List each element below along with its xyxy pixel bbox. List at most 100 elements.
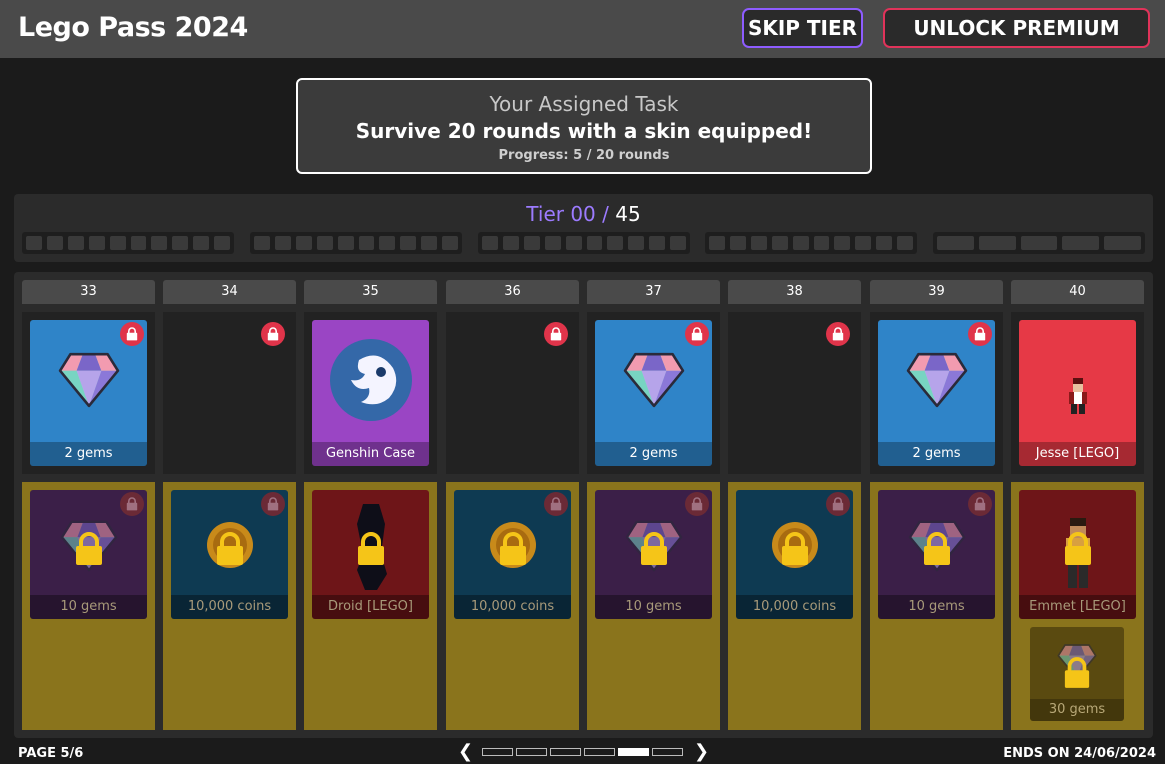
tier-number: 37 bbox=[587, 280, 720, 304]
tier-number: 38 bbox=[728, 280, 861, 304]
page-dot[interactable] bbox=[516, 748, 547, 756]
lock-icon bbox=[685, 492, 709, 516]
gem-icon bbox=[906, 348, 968, 414]
lock-icon bbox=[120, 492, 144, 516]
page-dot[interactable] bbox=[550, 748, 581, 756]
tier-segment bbox=[1062, 236, 1100, 250]
tier-number: 36 bbox=[446, 280, 579, 304]
lock-icon bbox=[120, 322, 144, 346]
reward-label: Jesse [LEGO] bbox=[1019, 442, 1136, 466]
premium-lock-icon bbox=[74, 532, 104, 570]
free-reward-slot bbox=[446, 312, 579, 474]
tier-segment bbox=[172, 236, 189, 250]
reward-label: 10 gems bbox=[30, 595, 147, 619]
tier-number: 39 bbox=[870, 280, 1003, 304]
tier-column: 37 2 gems 10 gems bbox=[587, 280, 720, 730]
tier-segment bbox=[876, 236, 893, 250]
tier-segment bbox=[337, 236, 354, 250]
free-reward-slot: 2 gems bbox=[22, 312, 155, 474]
tier-segment-group bbox=[933, 232, 1145, 254]
chevron-right-icon[interactable]: ❯ bbox=[694, 742, 709, 762]
tier-segment bbox=[316, 236, 333, 250]
tier-segment bbox=[274, 236, 291, 250]
tier-segment bbox=[379, 236, 396, 250]
tier-segment bbox=[214, 236, 231, 250]
tier-column: 34 10,000 coins bbox=[163, 280, 296, 730]
tier-segment bbox=[358, 236, 375, 250]
reward-label: 2 gems bbox=[595, 442, 712, 466]
premium-lock-icon bbox=[356, 532, 386, 570]
bonus-reward-card[interactable]: 30 gems bbox=[1030, 627, 1124, 721]
tier-number: 33 bbox=[22, 280, 155, 304]
tier-segment bbox=[670, 236, 687, 250]
free-reward-card[interactable]: Genshin Case bbox=[312, 320, 429, 466]
tier-segment bbox=[649, 236, 666, 250]
reward-label: 2 gems bbox=[30, 442, 147, 466]
free-reward-slot bbox=[728, 312, 861, 474]
tier-segment-group bbox=[705, 232, 917, 254]
tier-segment bbox=[400, 236, 417, 250]
tier-segment bbox=[937, 236, 974, 250]
premium-reward-slot: Droid [LEGO] bbox=[304, 482, 437, 730]
premium-reward-slot: Emmet [LEGO] 30 gems bbox=[1011, 482, 1144, 730]
tier-segment bbox=[46, 236, 63, 250]
tier-column: 38 10,000 coins bbox=[728, 280, 861, 730]
lock-icon bbox=[544, 492, 568, 516]
tier-segment-group bbox=[22, 232, 234, 254]
tier-number: 35 bbox=[304, 280, 437, 304]
tier-segment bbox=[750, 236, 767, 250]
page-dot[interactable] bbox=[618, 748, 649, 756]
tier-segment bbox=[978, 236, 1016, 250]
tier-segment bbox=[130, 236, 147, 250]
reward-label: 10,000 coins bbox=[171, 595, 288, 619]
page-dot[interactable] bbox=[482, 748, 513, 756]
tier-current: Tier 00 bbox=[526, 202, 596, 226]
free-reward-slot: 2 gems bbox=[870, 312, 1003, 474]
page-dot[interactable] bbox=[652, 748, 683, 756]
unlock-premium-button[interactable]: UNLOCK PREMIUM bbox=[883, 8, 1150, 48]
tier-segment bbox=[813, 236, 830, 250]
premium-reward-slot: 10,000 coins bbox=[446, 482, 579, 730]
lock-icon bbox=[261, 322, 285, 346]
tier-segment bbox=[607, 236, 624, 250]
gem-icon bbox=[623, 348, 685, 414]
lock-icon bbox=[261, 492, 285, 516]
task-description: Survive 20 rounds with a skin equipped! bbox=[355, 119, 813, 143]
premium-reward-card[interactable]: Droid [LEGO] bbox=[312, 490, 429, 619]
tier-segment bbox=[834, 236, 851, 250]
tier-column: 40 Jesse [LEGO] Emmet [LEGO] 30 gems bbox=[1011, 280, 1144, 730]
chevron-left-icon[interactable]: ❮ bbox=[458, 742, 473, 762]
tier-segment bbox=[151, 236, 168, 250]
tier-number: 40 bbox=[1011, 280, 1144, 304]
page-dot[interactable] bbox=[584, 748, 615, 756]
reward-label: Droid [LEGO] bbox=[312, 595, 429, 619]
genshin-case-icon bbox=[329, 338, 413, 426]
task-progress: Progress: 5 / 20 rounds bbox=[498, 148, 670, 163]
tier-segment bbox=[523, 236, 540, 250]
tier-segment-group bbox=[250, 232, 462, 254]
tier-segment bbox=[709, 236, 725, 250]
tier-segment bbox=[544, 236, 561, 250]
lock-icon bbox=[685, 322, 709, 346]
task-heading: Your Assigned Task bbox=[489, 92, 679, 116]
tier-column: 39 2 gems 10 gems bbox=[870, 280, 1003, 730]
tier-segment bbox=[855, 236, 872, 250]
tier-separator: / bbox=[602, 202, 609, 226]
tier-segment bbox=[193, 236, 210, 250]
premium-lock-icon bbox=[780, 532, 810, 570]
skip-tier-button[interactable]: SKIP TIER bbox=[742, 8, 863, 48]
tier-segment bbox=[565, 236, 582, 250]
premium-reward-slot: 10 gems bbox=[587, 482, 720, 730]
reward-label: 10 gems bbox=[878, 595, 995, 619]
lock-icon bbox=[968, 322, 992, 346]
tier-segment-group bbox=[478, 232, 690, 254]
reward-label: 2 gems bbox=[878, 442, 995, 466]
premium-reward-slot: 10,000 coins bbox=[728, 482, 861, 730]
tier-label: Tier 00 / 45 bbox=[14, 202, 1153, 226]
tier-segment bbox=[729, 236, 746, 250]
free-reward-card[interactable]: Jesse [LEGO] bbox=[1019, 320, 1136, 466]
lock-icon bbox=[826, 322, 850, 346]
reward-label: 10,000 coins bbox=[454, 595, 571, 619]
premium-reward-card[interactable]: Emmet [LEGO] bbox=[1019, 490, 1136, 619]
tier-column: 33 2 gems 10 gems bbox=[22, 280, 155, 730]
